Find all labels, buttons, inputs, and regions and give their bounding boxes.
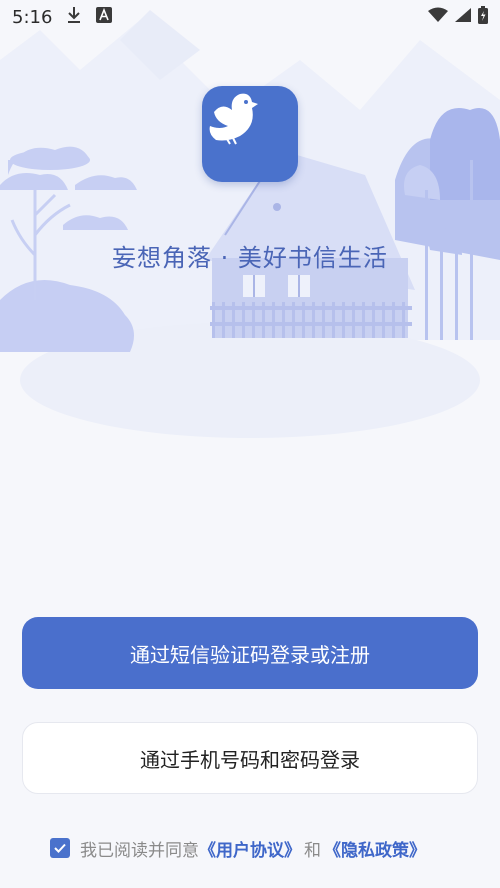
- user-agreement-link[interactable]: 《用户协议》: [199, 836, 301, 861]
- agreement-text: 我已阅读并同意: [80, 840, 199, 861]
- bird-icon: [209, 93, 258, 145]
- app-slogan: 妄想角落 · 美好书信生活: [112, 244, 388, 272]
- download-icon: [66, 6, 82, 29]
- signal-icon: [454, 7, 472, 27]
- check-icon: [54, 843, 66, 853]
- font-icon: [96, 6, 113, 28]
- sms-login-button[interactable]: 通过短信验证码登录或注册: [22, 617, 478, 689]
- landscape-illustration: [0, 10, 500, 438]
- status-time: 5:16: [12, 6, 53, 28]
- agreement-and: 和: [304, 840, 321, 861]
- hero-illustration: 妄想角落 · 美好书信生活: [0, 0, 500, 460]
- privacy-policy-link[interactable]: 《隐私政策》: [324, 836, 426, 861]
- agreement-row: 我已阅读并同意 《用户协议》 和 《隐私政策》: [50, 834, 426, 862]
- wifi-icon: [428, 7, 448, 27]
- battery-icon: [478, 6, 488, 28]
- agreement-checkbox[interactable]: [50, 838, 70, 858]
- status-bar: 5:16: [0, 0, 500, 34]
- app-logo: [202, 86, 298, 182]
- password-login-button[interactable]: 通过手机号码和密码登录: [22, 722, 478, 794]
